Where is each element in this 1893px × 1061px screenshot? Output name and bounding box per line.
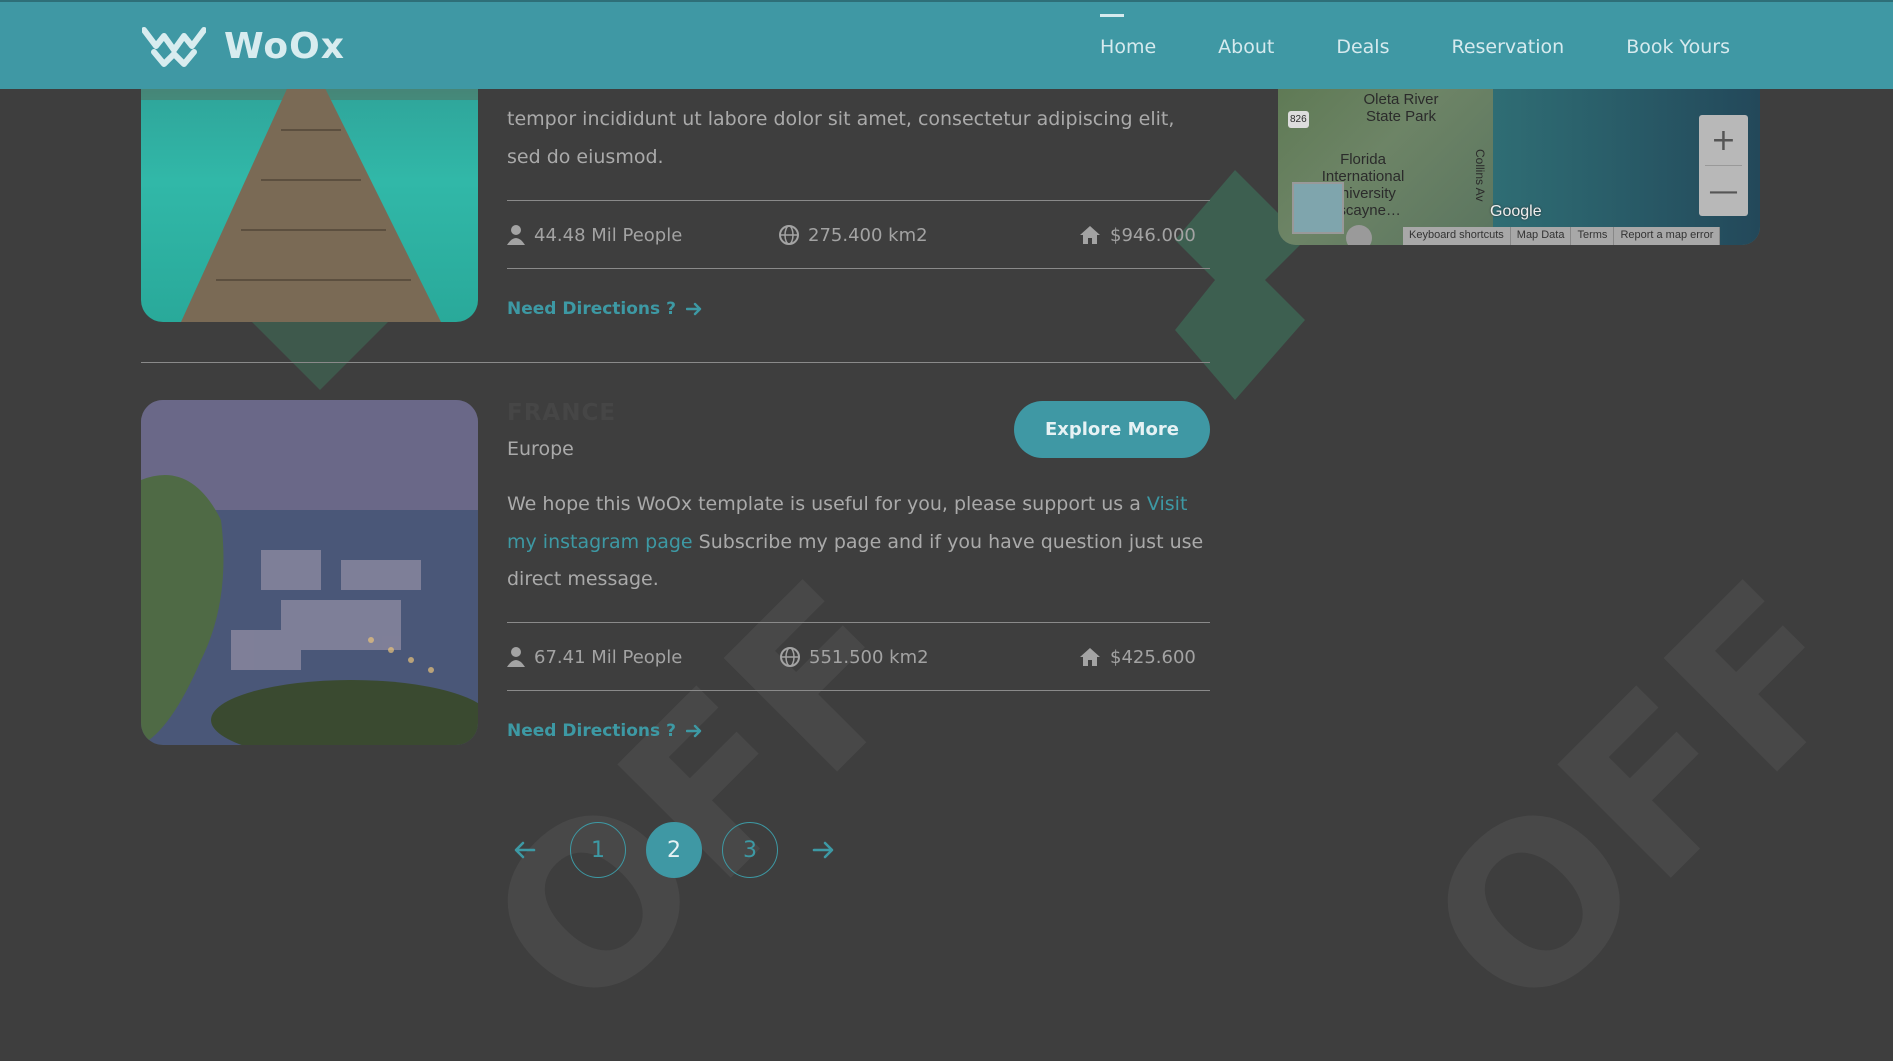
watermark-text: OFF bbox=[440, 535, 966, 1061]
map-label-road: 826 bbox=[1288, 111, 1309, 128]
globe-icon bbox=[779, 225, 799, 245]
logo[interactable]: WoOx bbox=[142, 24, 345, 68]
nav-home[interactable]: Home bbox=[1100, 13, 1156, 58]
map-footer: Keyboard shortcuts Map Data Terms Report… bbox=[1403, 227, 1721, 245]
map-keyboard-shortcuts-link[interactable]: Keyboard shortcuts bbox=[1403, 227, 1511, 245]
card-2-people: 67.41 Mil People bbox=[534, 646, 683, 668]
card-1-price: $946.000 bbox=[1110, 224, 1196, 246]
nav-reservation[interactable]: Reservation bbox=[1451, 36, 1564, 58]
map-data-link[interactable]: Map Data bbox=[1511, 227, 1572, 245]
map-zoom-controls: + — bbox=[1699, 115, 1748, 216]
person-icon bbox=[507, 225, 525, 245]
pagination: 1 2 3 bbox=[508, 820, 840, 880]
card-1-directions-label: Need Directions ? bbox=[507, 299, 676, 319]
card-2-country: FRANCE bbox=[507, 400, 617, 426]
card-2-bottom-rule bbox=[507, 690, 1210, 691]
card-2-area-stat: 551.500 km2 bbox=[780, 642, 929, 672]
pagination-page-1[interactable]: 1 bbox=[570, 822, 626, 878]
map-embed[interactable]: Oleta River State Park Florida Internati… bbox=[1278, 89, 1760, 245]
map-google-logo: Google bbox=[1490, 203, 1542, 220]
card-2-price: $425.600 bbox=[1110, 646, 1196, 668]
pagination-page-2[interactable]: 2 bbox=[646, 822, 702, 878]
map-report-error-link[interactable]: Report a map error bbox=[1614, 227, 1721, 245]
map-label-collins: Collins Av bbox=[1473, 149, 1487, 202]
globe-icon bbox=[780, 647, 800, 667]
person-icon bbox=[507, 647, 525, 667]
pagination-page-3[interactable]: 3 bbox=[722, 822, 778, 878]
card-1-bottom-rule bbox=[507, 268, 1210, 269]
logo-icon bbox=[142, 27, 206, 67]
home-icon bbox=[1080, 226, 1100, 244]
card-2-top-rule bbox=[507, 622, 1210, 623]
arrow-right-icon bbox=[685, 302, 702, 316]
card-1-description: tempor incididunt ut labore dolor sit am… bbox=[507, 101, 1209, 176]
logo-text: WoOx bbox=[224, 25, 345, 67]
watermark-text: OFF bbox=[1380, 535, 1893, 1061]
destination-image-france bbox=[141, 400, 478, 745]
card-1-stats: 44.48 Mil People 275.400 km2 $946.000 bbox=[507, 220, 1196, 250]
card-1-top-rule bbox=[507, 200, 1210, 201]
card-2-region: Europe bbox=[507, 438, 574, 460]
pagination-next-button[interactable] bbox=[806, 841, 840, 859]
nav-about[interactable]: About bbox=[1218, 36, 1274, 58]
map-terms-link[interactable]: Terms bbox=[1571, 227, 1615, 245]
map-satellite-thumbnail[interactable] bbox=[1292, 182, 1344, 234]
card-2-paragraph-pre: We hope this WoOx template is useful for… bbox=[507, 493, 1147, 515]
card-2-description: We hope this WoOx template is useful for… bbox=[507, 486, 1209, 599]
nav-book-yours[interactable]: Book Yours bbox=[1626, 36, 1730, 58]
card-2-people-stat: 67.41 Mil People bbox=[507, 642, 682, 672]
site-header: WoOx Home About Deals Reservation Book Y… bbox=[0, 0, 1893, 89]
zoom-out-button[interactable]: — bbox=[1699, 166, 1748, 216]
card-2-paragraph: We hope this WoOx template is useful for… bbox=[507, 486, 1209, 599]
map-pegman-icon[interactable] bbox=[1346, 225, 1372, 245]
card-1-paragraph: tempor incididunt ut labore dolor sit am… bbox=[507, 108, 1175, 168]
card-2-area: 551.500 km2 bbox=[809, 646, 929, 668]
card-1-people: 44.48 Mil People bbox=[534, 224, 683, 246]
card-1-area-stat: 275.400 km2 bbox=[779, 220, 928, 250]
pagination-prev-button[interactable] bbox=[508, 841, 542, 859]
map-label-oleta: Oleta River State Park bbox=[1363, 91, 1439, 125]
card-1-price-stat: $946.000 bbox=[1079, 220, 1196, 250]
explore-more-button[interactable]: Explore More bbox=[1014, 401, 1210, 458]
nav-deals[interactable]: Deals bbox=[1336, 36, 1389, 58]
home-icon bbox=[1080, 648, 1100, 666]
card-2-directions-label: Need Directions ? bbox=[507, 721, 676, 741]
card-1-people-stat: 44.48 Mil People bbox=[507, 220, 682, 250]
card-1-directions-link[interactable]: Need Directions ? bbox=[507, 299, 702, 319]
card-2-directions-link[interactable]: Need Directions ? bbox=[507, 721, 702, 741]
card-2-stats: 67.41 Mil People 551.500 km2 $425.600 bbox=[507, 642, 1196, 672]
card-separator bbox=[141, 362, 1210, 363]
main-nav: Home About Deals Reservation Book Yours bbox=[1038, 2, 1730, 91]
arrow-right-icon bbox=[812, 841, 834, 859]
paris-illustration bbox=[141, 400, 478, 745]
card-2-price-stat: $425.600 bbox=[1079, 642, 1196, 672]
zoom-in-button[interactable]: + bbox=[1699, 115, 1748, 165]
arrow-right-icon bbox=[685, 724, 702, 738]
arrow-left-icon bbox=[514, 841, 536, 859]
card-1-area: 275.400 km2 bbox=[808, 224, 928, 246]
